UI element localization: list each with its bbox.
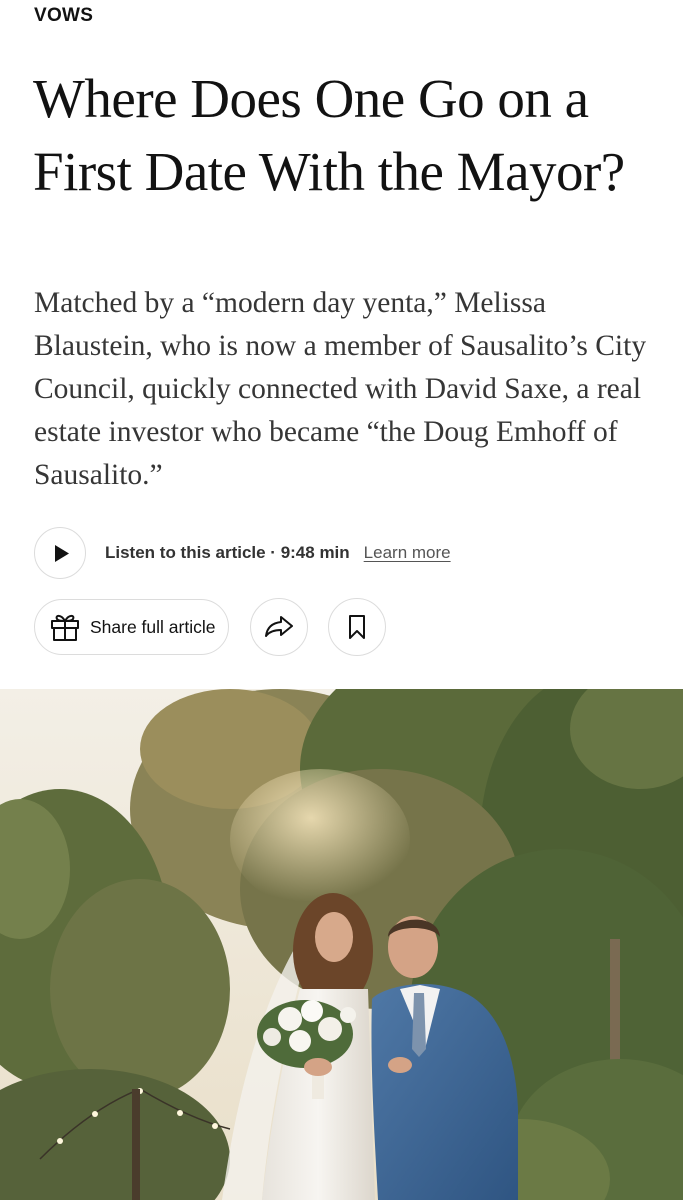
share-arrow-icon [265,616,294,637]
lead-photo [0,689,683,1200]
share-toolbar: Share full article [34,598,387,656]
article-headline: Where Does One Go on a First Date With t… [33,68,625,202]
share-full-article-label: Share full article [90,616,216,637]
section-kicker[interactable]: VOWS [34,5,93,27]
bookmark-icon [349,615,366,639]
share-button[interactable] [250,598,309,656]
learn-more-link[interactable]: Learn more [364,543,451,563]
listen-label: Listen to this article · 9:48 min [105,543,350,562]
play-button[interactable] [34,527,86,579]
gift-icon [51,614,79,641]
save-bookmark-button[interactable] [328,598,387,656]
play-icon [55,544,69,562]
wedding-couple-photo [0,689,683,1200]
article-summary: Matched by a “modern day yenta,” Melissa… [34,287,647,491]
audio-player-row: Listen to this article · 9:48 min Learn … [34,526,654,580]
share-full-article-button[interactable]: Share full article [34,599,230,655]
